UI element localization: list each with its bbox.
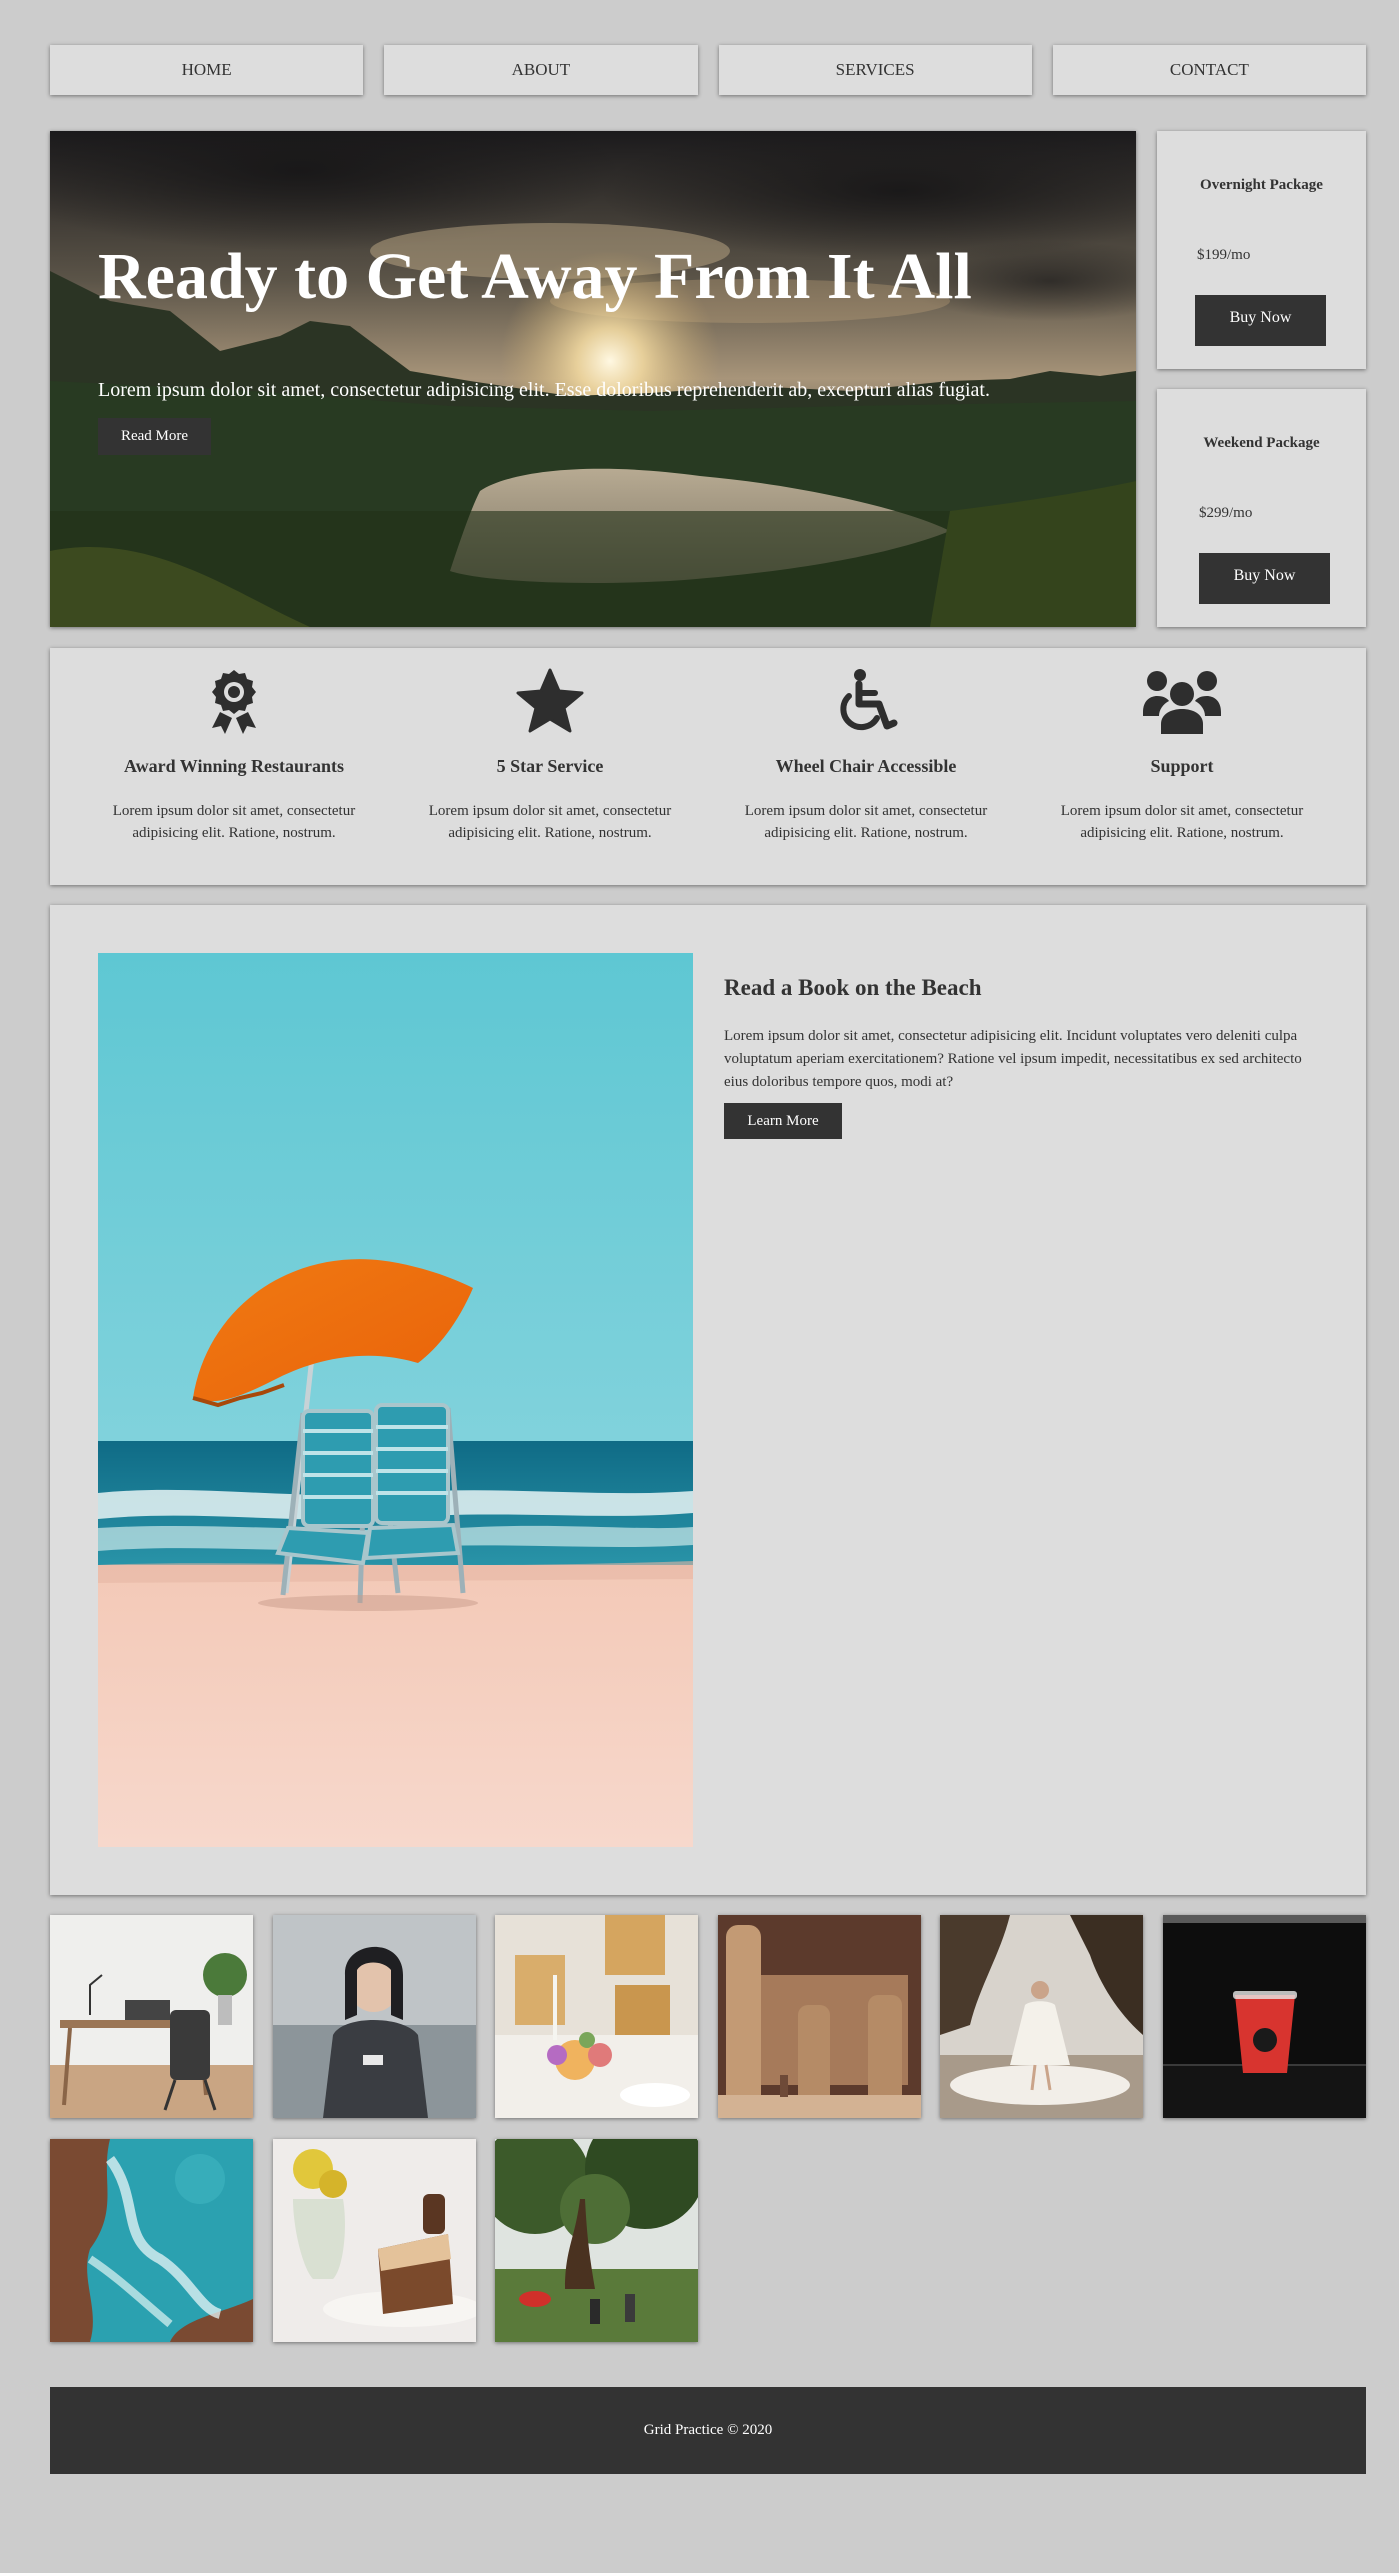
nav-home-link[interactable]: HOME: [50, 45, 364, 95]
beach-umbrella-image: [98, 953, 693, 1847]
feature-restaurants: Award Winning Restaurants Lorem ipsum do…: [76, 648, 392, 885]
learn-more-button[interactable]: Learn More: [724, 1103, 842, 1139]
hero-text: Lorem ipsum dolor sit amet, consectetur …: [98, 379, 990, 401]
package-price: $299/mo: [1199, 505, 1253, 521]
ruins-photo[interactable]: [717, 1915, 921, 2118]
read-more-button[interactable]: Read More: [98, 418, 211, 455]
buy-now-button[interactable]: Buy Now: [1195, 295, 1326, 346]
desk-photo[interactable]: [50, 1915, 253, 2118]
feature-title: 5 Star Service: [496, 756, 604, 776]
nav-contact-link[interactable]: CONTACT: [1052, 45, 1366, 95]
features-section: Award Winning Restaurants Lorem ipsum do…: [50, 648, 1366, 885]
feature-text: Lorem ipsum dolor sit amet, consectetur …: [744, 803, 988, 841]
woman-in-dress-photo[interactable]: [940, 1915, 1144, 2118]
nav-about-link[interactable]: ABOUT: [384, 45, 698, 95]
dining-table-photo[interactable]: [495, 1915, 699, 2118]
footer-text: Grid Practice © 2020: [643, 2422, 773, 2438]
nav-services-link[interactable]: SERVICES: [718, 45, 1032, 95]
star-icon: [516, 668, 584, 733]
users-icon: [1143, 671, 1221, 734]
feature-service: 5 Star Service Lorem ipsum dolor sit ame…: [392, 648, 708, 885]
ocean-rocks-photo[interactable]: [50, 2139, 253, 2342]
award-icon: [212, 670, 256, 734]
feature-text: Lorem ipsum dolor sit amet, consectetur …: [1060, 803, 1304, 841]
cake-photo[interactable]: [272, 2139, 476, 2342]
overnight-package-card: Overnight Package $199/mo Buy Now: [1157, 131, 1366, 369]
photo-gallery: [50, 1915, 1366, 2342]
footer: Grid Practice © 2020: [50, 2387, 1366, 2474]
package-price: $199/mo: [1197, 247, 1251, 263]
package-title: Weekend Package: [1203, 435, 1320, 451]
hero-banner: Ready to Get Away From It All Lorem ipsu…: [50, 131, 1136, 627]
main-nav: HOME ABOUT SERVICES CONTACT: [50, 45, 1366, 95]
person-photo[interactable]: [272, 1915, 476, 2118]
beach-book-section: Read a Book on the Beach Lorem ipsum dol…: [50, 905, 1366, 1895]
feature-text: Lorem ipsum dolor sit amet, consectetur …: [112, 803, 356, 841]
package-title: Overnight Package: [1200, 177, 1323, 193]
red-drink-photo[interactable]: [1162, 1915, 1366, 2118]
wheelchair-icon: [840, 669, 898, 731]
weekend-package-card: Weekend Package $299/mo Buy Now: [1157, 389, 1366, 627]
feature-title: Wheel Chair Accessible: [775, 756, 957, 776]
forest-picnic-photo[interactable]: [495, 2139, 699, 2342]
feature-title: Support: [1150, 756, 1214, 776]
feature-accessible: Wheel Chair Accessible Lorem ipsum dolor…: [708, 648, 1024, 885]
hero-title: Ready to Get Away From It All: [98, 240, 972, 313]
feature-support: Support Lorem ipsum dolor sit amet, cons…: [1024, 648, 1340, 885]
feature-title: Award Winning Restaurants: [123, 756, 345, 776]
buy-now-button[interactable]: Buy Now: [1199, 553, 1330, 604]
section-title: Read a Book on the Beach: [724, 975, 982, 1000]
feature-text: Lorem ipsum dolor sit amet, consectetur …: [428, 803, 672, 841]
section-text: Lorem ipsum dolor sit amet, consectetur …: [724, 1028, 1302, 1090]
